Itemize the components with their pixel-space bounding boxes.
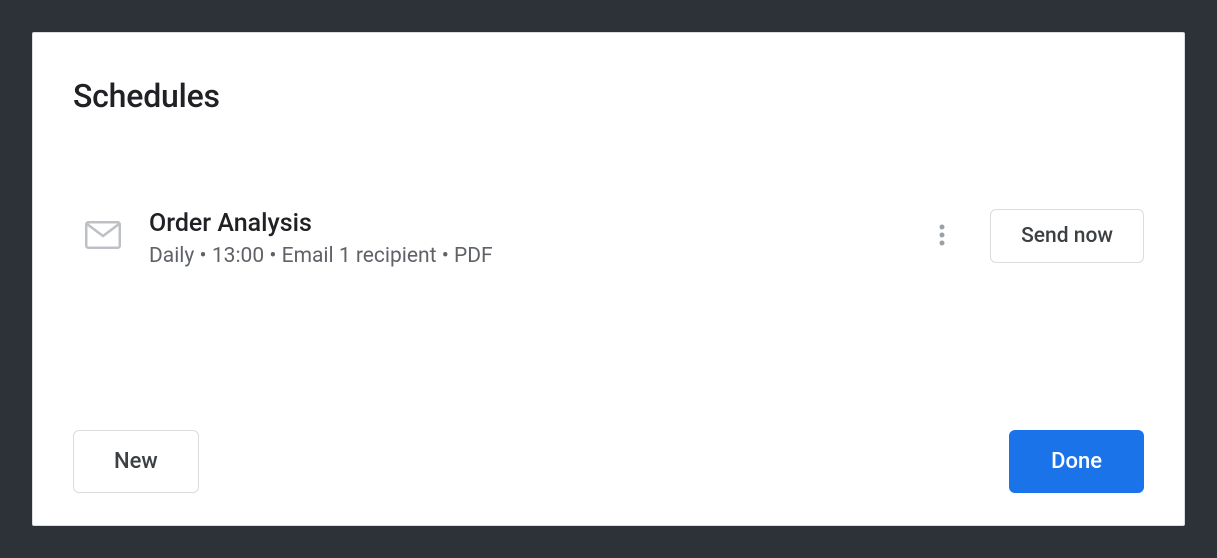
more-vert-icon: [939, 223, 945, 250]
schedule-title: Order Analysis: [149, 209, 894, 238]
schedules-dialog: Schedules Order Analysis Daily • 13:00 •…: [32, 32, 1185, 526]
schedule-actions: Send now: [922, 209, 1144, 263]
schedule-item: Order Analysis Daily • 13:00 • Email 1 r…: [73, 205, 1144, 272]
schedule-subtitle: Daily • 13:00 • Email 1 recipient • PDF: [149, 244, 894, 268]
dialog-title: Schedules: [73, 77, 1144, 115]
schedules-list: Order Analysis Daily • 13:00 • Email 1 r…: [73, 205, 1144, 430]
dialog-footer: New Done: [73, 430, 1144, 493]
schedule-text: Order Analysis Daily • 13:00 • Email 1 r…: [149, 209, 894, 268]
new-button[interactable]: New: [73, 430, 199, 493]
mail-icon: [85, 221, 121, 249]
send-now-button[interactable]: Send now: [990, 209, 1144, 263]
done-button[interactable]: Done: [1009, 430, 1144, 493]
more-options-button[interactable]: [922, 216, 962, 256]
